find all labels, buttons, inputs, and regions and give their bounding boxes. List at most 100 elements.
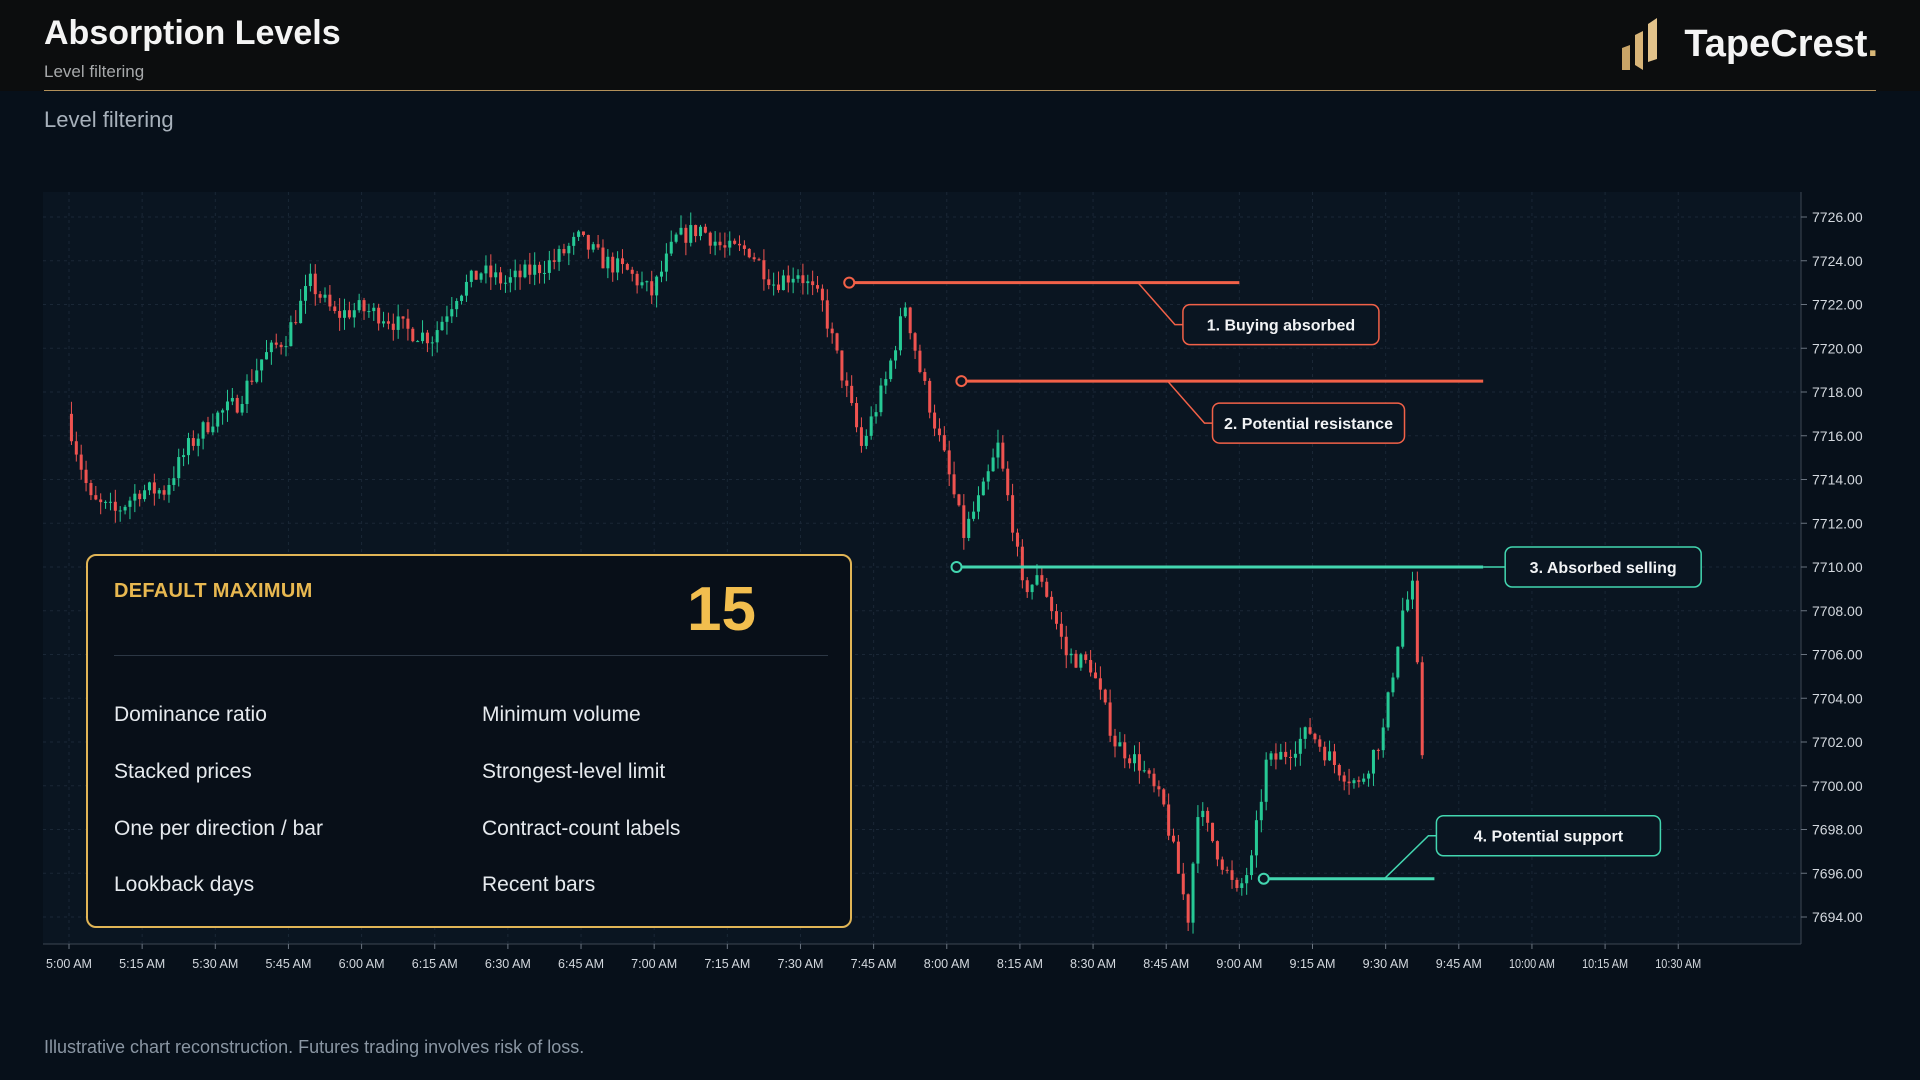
candle-body <box>1225 869 1229 871</box>
x-tick-label: 10:00 AM <box>1509 956 1555 971</box>
candle-body <box>1215 841 1219 860</box>
candle-body <box>84 469 88 484</box>
footnote: Illustrative chart reconstruction. Futur… <box>44 1037 585 1057</box>
candle-body <box>1303 727 1307 739</box>
candle-body <box>591 244 595 250</box>
candle-body <box>430 342 434 344</box>
candle-body <box>1128 758 1132 764</box>
candle-body <box>386 321 390 324</box>
candle-body <box>933 412 937 429</box>
candle-body <box>1191 863 1195 923</box>
candle-body <box>367 311 371 313</box>
candle-body <box>1245 875 1249 884</box>
panel-item-contract-count-labels: Contract-count labels <box>482 817 681 840</box>
panel-item-minimum-volume: Minimum volume <box>482 703 641 726</box>
candle-body <box>279 344 283 348</box>
x-tick-label: 7:45 AM <box>851 956 897 971</box>
candle-body <box>152 482 156 494</box>
candle-body <box>952 474 956 495</box>
x-tick-label: 6:30 AM <box>485 956 531 971</box>
candle-body <box>674 234 678 242</box>
candle-body <box>474 270 478 280</box>
candle-body <box>123 506 127 511</box>
candle-body <box>362 300 366 312</box>
candle-body <box>206 422 210 433</box>
candle-body <box>1308 727 1312 734</box>
candle-body <box>767 279 771 286</box>
candle-body <box>684 227 688 243</box>
candle-body <box>1410 580 1414 600</box>
candle-body <box>1196 817 1200 864</box>
candle-body <box>1415 580 1419 663</box>
candle-body <box>74 441 78 455</box>
candle-body <box>303 286 308 301</box>
candle-body <box>196 438 200 446</box>
candle-body <box>552 260 556 262</box>
candle-body <box>606 256 610 269</box>
candle-body <box>1298 738 1302 754</box>
candle-body <box>479 273 483 280</box>
candle-body <box>416 341 420 343</box>
candle-body <box>1264 759 1268 802</box>
candle-body <box>1093 672 1098 679</box>
candle-body <box>440 321 444 331</box>
candle-body <box>508 277 512 283</box>
candle-body <box>596 244 600 248</box>
candle-body <box>1391 677 1395 693</box>
candle-body <box>1406 599 1410 611</box>
candle-body <box>260 359 264 371</box>
candle-body <box>1420 662 1424 756</box>
candle-body <box>450 309 454 317</box>
candle-body <box>89 483 93 496</box>
candle-body <box>811 281 815 286</box>
candle-body <box>1025 580 1029 593</box>
candle-body <box>499 272 503 284</box>
candle-body <box>1240 883 1244 888</box>
candle-body <box>616 258 620 273</box>
x-tick-label: 10:30 AM <box>1655 956 1701 971</box>
candle-body <box>128 500 132 507</box>
candle-body <box>528 264 532 275</box>
candle-body <box>1235 879 1239 888</box>
candle-body <box>1108 702 1112 736</box>
candle-body <box>138 493 142 500</box>
candle-body <box>1132 754 1137 764</box>
candle-body <box>1030 584 1034 593</box>
candle-body <box>752 257 756 260</box>
candle-body <box>825 300 829 329</box>
brand-dot: . <box>1867 22 1878 65</box>
candle-body <box>1284 751 1288 757</box>
candle-body <box>411 328 415 342</box>
candle-body <box>201 422 205 439</box>
candle-body <box>976 495 980 512</box>
candle-body <box>1396 646 1400 678</box>
candle-body <box>313 273 317 295</box>
candle-body <box>421 332 425 342</box>
candle-body <box>981 481 985 496</box>
candle-body <box>1001 442 1005 469</box>
panel-heading: DEFAULT MAXIMUM <box>114 580 313 602</box>
candle-body <box>69 413 73 442</box>
x-tick-label: 6:45 AM <box>558 956 604 971</box>
candle-body <box>469 270 473 282</box>
candle-body <box>625 264 629 270</box>
candle-body <box>1079 654 1083 668</box>
candle-body <box>1098 678 1102 690</box>
candle-body <box>1211 822 1215 842</box>
x-tick-label: 10:15 AM <box>1582 956 1628 971</box>
x-tick-label: 9:30 AM <box>1363 956 1409 971</box>
x-tick-label: 7:30 AM <box>777 956 823 971</box>
candle-body <box>455 301 459 310</box>
header-divider <box>44 90 1876 91</box>
candle-body <box>1084 654 1088 660</box>
candle-body <box>328 294 332 307</box>
candle-body <box>338 311 342 318</box>
level-anchor-1 <box>843 276 856 289</box>
candle-body <box>713 241 717 246</box>
candle-body <box>655 276 659 296</box>
level-label-1: 1. Buying absorbed <box>1207 318 1355 335</box>
candle-body <box>923 372 927 381</box>
candle-body <box>957 494 961 506</box>
candle-body <box>557 249 561 262</box>
candle-body <box>1089 659 1093 673</box>
